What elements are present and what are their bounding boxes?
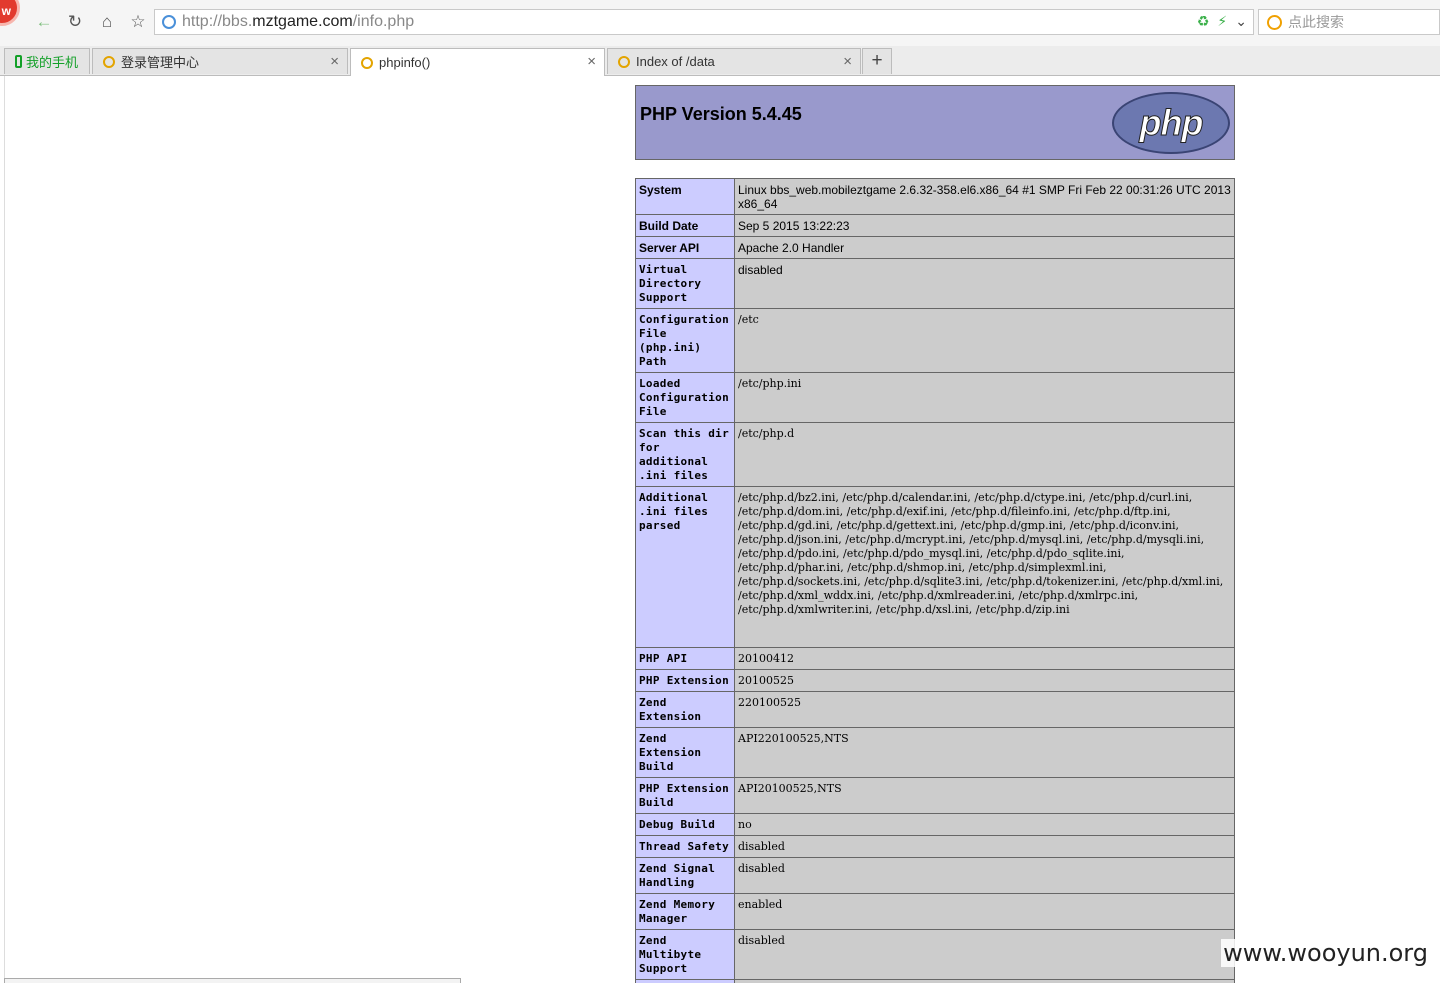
tab-my-phone[interactable]: 我的手机 xyxy=(4,48,90,74)
page-favicon-icon xyxy=(361,56,373,69)
home-icon[interactable]: ⌂ xyxy=(94,10,120,34)
php-logo: php xyxy=(1112,92,1230,154)
page-favicon-icon xyxy=(103,55,115,68)
table-row: Additional .ini files parsed/etc/php.d/b… xyxy=(635,486,1235,648)
url-input[interactable]: http://bbs.mztgame.com/info.php ♻ ⚡ ⌄ xyxy=(154,9,1254,35)
table-row: Scan this dir for additional .ini files /… xyxy=(635,422,1235,487)
table-row: PHP API 20100412 xyxy=(635,647,1235,670)
table-row: Virtual Directory Support disabled xyxy=(635,258,1235,309)
table-row: Zend Extension Build API220100525,NTS xyxy=(635,727,1235,778)
table-row: Zend Multibyte Support disabled xyxy=(635,929,1235,980)
lightning-icon[interactable]: ⚡ xyxy=(1217,13,1227,30)
back-arrow-icon[interactable]: ← xyxy=(31,10,57,34)
chevron-down-icon[interactable]: ⌄ xyxy=(1235,13,1247,30)
table-row: Loaded Configuration File/etc/php.ini xyxy=(635,372,1235,423)
close-icon[interactable]: × xyxy=(330,53,339,70)
browser-logo-icon[interactable]: w xyxy=(0,0,20,26)
url-actions: ♻ ⚡ ⌄ xyxy=(1197,13,1247,30)
tab-phpinfo[interactable]: phpinfo() × xyxy=(350,48,605,76)
tab-label: phpinfo() xyxy=(379,55,431,70)
url-text: http://bbs.mztgame.com/info.php xyxy=(182,13,415,30)
close-icon[interactable]: × xyxy=(587,53,596,70)
tab-bar: 我的手机 登录管理中心 × phpinfo() × Index of /data… xyxy=(0,46,1440,76)
tab-label: 我的手机 xyxy=(26,55,79,70)
tab-label: Index of /data xyxy=(636,54,715,69)
phpinfo-table: System Linux bbs_web.mobileztgame 2.6.32-… xyxy=(635,178,1235,983)
reload-icon[interactable]: ↻ xyxy=(62,10,88,34)
site-info-icon[interactable] xyxy=(162,15,176,29)
close-icon[interactable]: × xyxy=(843,53,852,70)
table-row: System Linux bbs_web.mobileztgame 2.6.32-… xyxy=(635,178,1235,215)
horizontal-scrollbar[interactable] xyxy=(4,978,461,983)
search-icon[interactable] xyxy=(1267,14,1282,30)
table-row: Zend Extension 220100525 xyxy=(635,691,1235,728)
table-row: PHP Extension Build API20100525,NTS xyxy=(635,777,1235,814)
browser-toolbar: w ← ↻ ⌂ ☆ http://bbs.mztgame.com/info.ph… xyxy=(0,0,1440,47)
table-row: IPv6 Supportenabled xyxy=(635,979,1235,983)
phone-icon xyxy=(15,55,22,68)
new-tab-button[interactable]: + xyxy=(862,48,892,74)
table-row: Zend Memory Manager enabled xyxy=(635,893,1235,930)
tab-login-admin[interactable]: 登录管理中心 × xyxy=(92,48,348,74)
phpinfo-page: PHP Version 5.4.45 php System Linux bbs_w… xyxy=(0,76,1440,983)
table-row: Build Date Sep 5 2015 13:22:23 xyxy=(635,214,1235,237)
table-row: Configuration File (php.ini) Path/etc xyxy=(635,308,1235,373)
recycle-icon[interactable]: ♻ xyxy=(1197,13,1210,30)
table-row: Server API Apache 2.0 Handler xyxy=(635,236,1235,259)
tab-label: 登录管理中心 xyxy=(121,55,200,70)
table-row: PHP Extension 20100525 xyxy=(635,669,1235,692)
php-version-title: PHP Version 5.4.45 xyxy=(640,104,802,124)
watermark-text: www.wooyun.org xyxy=(1221,939,1430,967)
tab-index-of-data[interactable]: Index of /data × xyxy=(607,48,861,74)
table-row: Thread Safety disabled xyxy=(635,835,1235,858)
page-favicon-icon xyxy=(618,55,630,68)
search-input[interactable]: 点此搜索 xyxy=(1258,9,1440,35)
php-version-header: PHP Version 5.4.45 php xyxy=(635,85,1235,160)
search-placeholder: 点此搜索 xyxy=(1288,14,1344,30)
table-row: Debug Build no xyxy=(635,813,1235,836)
table-row: Zend Signal Handling disabled xyxy=(635,857,1235,894)
bookmark-star-icon[interactable]: ☆ xyxy=(125,10,151,34)
